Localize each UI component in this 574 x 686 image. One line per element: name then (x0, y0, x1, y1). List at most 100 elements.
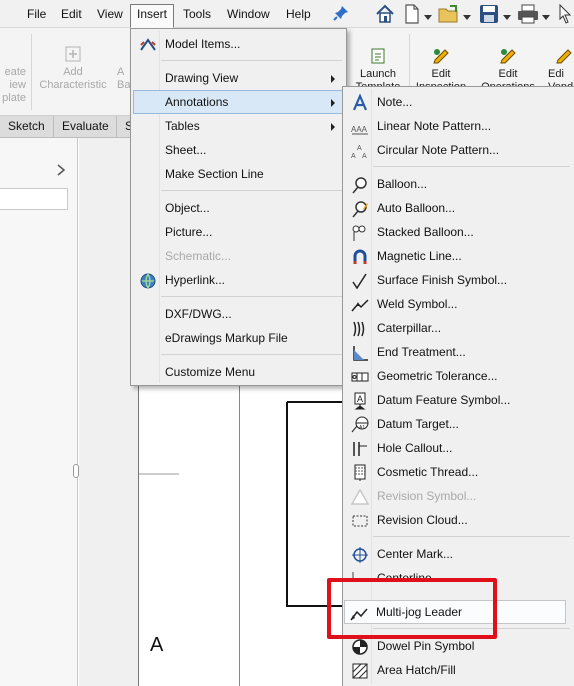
menu-item-label: Object... (165, 201, 210, 215)
menu-item-circular-note-pattern[interactable]: A A A Circular Note Pattern... (345, 138, 572, 162)
ribbon-label: plate (2, 92, 26, 104)
insert-menu: Model Items... Drawing View Annotations … (130, 28, 347, 386)
menu-item-customize-menu[interactable]: Customize Menu (133, 360, 344, 384)
menu-item-revision-symbol[interactable]: Revision Symbol... (345, 484, 572, 508)
menu-tools[interactable]: Tools (176, 4, 218, 24)
highlight-callout-box (327, 578, 497, 639)
menu-item-label: Model Items... (165, 37, 241, 51)
menu-item-magnetic-line[interactable]: Magnetic Line... (345, 244, 572, 268)
menu-separator (373, 536, 570, 537)
menu-item-dxf-dwg[interactable]: DXF/DWG... (133, 302, 344, 326)
magnetic-line-icon (353, 249, 367, 264)
svg-text:AAA: AAA (351, 125, 368, 134)
home-icon[interactable] (375, 3, 395, 25)
menu-file[interactable]: File (20, 4, 53, 24)
menu-edit[interactable]: Edit (54, 4, 89, 24)
dowel-pin-icon (352, 639, 368, 655)
menu-item-label: Note... (377, 95, 413, 109)
new-document-icon[interactable] (403, 3, 421, 25)
submenu-arrow-icon (331, 123, 335, 131)
pin-icon[interactable] (333, 5, 349, 21)
area-hatch-icon (352, 663, 368, 679)
menu-item-hyperlink[interactable]: Hyperlink... (133, 268, 344, 292)
menu-item-hole-callout[interactable]: Hole Callout... (345, 436, 572, 460)
svg-text:A: A (362, 153, 367, 160)
menu-item-label: Caterpillar... (377, 321, 442, 335)
sheet-zone-label: A (150, 634, 164, 656)
menu-item-end-treatment[interactable]: End Treatment... (345, 340, 572, 364)
menu-item-auto-balloon[interactable]: Auto Balloon... (345, 196, 572, 220)
menu-item-label: Magnetic Line... (377, 249, 462, 263)
menu-item-label: Weld Symbol... (377, 297, 458, 311)
menu-item-drawing-view[interactable]: Drawing View (133, 66, 344, 90)
ribbon-label: Add (63, 66, 83, 78)
menu-item-label: Auto Balloon... (377, 201, 456, 215)
note-icon (352, 94, 368, 111)
linear-note-pattern-icon: AAA (351, 125, 368, 135)
menu-item-stacked-balloon[interactable]: Stacked Balloon... (345, 220, 572, 244)
add-balloon-button[interactable]: A Ba (117, 66, 131, 92)
menu-item-note[interactable]: Note... (345, 90, 572, 114)
menu-item-surface-finish-symbol[interactable]: Surface Finish Symbol... (345, 268, 572, 292)
chevron-right-icon[interactable] (56, 164, 66, 176)
end-treatment-icon (353, 346, 368, 361)
cosmetic-thread-icon (354, 464, 366, 481)
svg-text:A: A (351, 153, 356, 160)
menu-item-weld-symbol[interactable]: Weld Symbol... (345, 292, 572, 316)
menu-item-object[interactable]: Object... (133, 196, 344, 220)
ribbon-label: eate (4, 66, 26, 78)
menu-item-label: Center Mark... (377, 547, 454, 561)
menu-item-label: Annotations (165, 95, 229, 109)
menu-help[interactable]: Help (279, 4, 318, 24)
auto-balloon-icon (352, 201, 368, 218)
menu-separator (161, 296, 342, 297)
menu-item-balloon[interactable]: Balloon... (345, 172, 572, 196)
menu-item-area-hatch-fill[interactable]: Area Hatch/Fill (345, 658, 572, 682)
open-folder-icon[interactable] (437, 3, 461, 25)
menu-item-label: Hole Callout... (377, 441, 453, 455)
edit-operations-icon (500, 49, 516, 64)
menu-item-cosmetic-thread[interactable]: Cosmetic Thread... (345, 460, 572, 484)
menu-separator (161, 190, 342, 191)
menu-item-label: Make Section Line (165, 167, 264, 181)
menu-item-label: Revision Symbol... (377, 489, 477, 503)
circular-note-pattern-icon: A A A (351, 145, 367, 160)
menu-item-linear-note-pattern[interactable]: AAA Linear Note Pattern... (345, 114, 572, 138)
geometric-tolerance-icon (351, 372, 369, 382)
feature-manager-panel (0, 138, 79, 686)
submenu-arrow-icon (331, 99, 335, 107)
menu-item-schematic[interactable]: Schematic... (133, 244, 344, 268)
menu-item-annotations[interactable]: Annotations (133, 90, 344, 114)
menu-item-revision-cloud[interactable]: Revision Cloud... (345, 508, 572, 532)
menu-window[interactable]: Window (220, 4, 277, 24)
edit-inspection-icon (433, 49, 449, 64)
menu-separator (161, 354, 342, 355)
menu-item-edrawings-markup[interactable]: eDrawings Markup File (133, 326, 344, 350)
menu-item-sheet[interactable]: Sheet... (133, 138, 344, 162)
add-characteristic-button[interactable]: Add Characteristic (36, 44, 110, 92)
menu-insert[interactable]: Insert (130, 4, 175, 28)
menu-item-datum-feature-symbol[interactable]: A Datum Feature Symbol... (345, 388, 572, 412)
menu-view[interactable]: View (90, 4, 130, 24)
tab-sketch[interactable]: Sketch (0, 116, 54, 137)
menu-item-label: Balloon... (377, 177, 428, 191)
menu-item-picture[interactable]: Picture... (133, 220, 344, 244)
menu-item-tables[interactable]: Tables (133, 114, 344, 138)
ribbon-label: iew (9, 79, 26, 91)
menu-item-datum-target[interactable]: A1 Datum Target... (345, 412, 572, 436)
menu-item-caterpillar[interactable]: Caterpillar... (345, 316, 572, 340)
print-icon[interactable] (516, 3, 540, 25)
center-mark-icon (352, 547, 368, 563)
menu-item-make-section-line[interactable]: Make Section Line (133, 162, 344, 186)
menu-item-label: Tables (165, 119, 200, 133)
ribbon-label: Edit (431, 68, 451, 80)
tab-evaluate[interactable]: Evaluate (54, 116, 117, 137)
menu-item-model-items[interactable]: Model Items... (133, 32, 344, 56)
save-icon[interactable] (478, 3, 500, 25)
menu-item-center-mark[interactable]: Center Mark... (345, 542, 572, 566)
filter-input[interactable] (0, 188, 68, 210)
pointer-icon[interactable] (556, 3, 574, 25)
menu-item-label: Cosmetic Thread... (377, 465, 479, 479)
create-view-template-button[interactable]: eate iew plate (0, 44, 26, 105)
menu-item-geometric-tolerance[interactable]: Geometric Tolerance... (345, 364, 572, 388)
